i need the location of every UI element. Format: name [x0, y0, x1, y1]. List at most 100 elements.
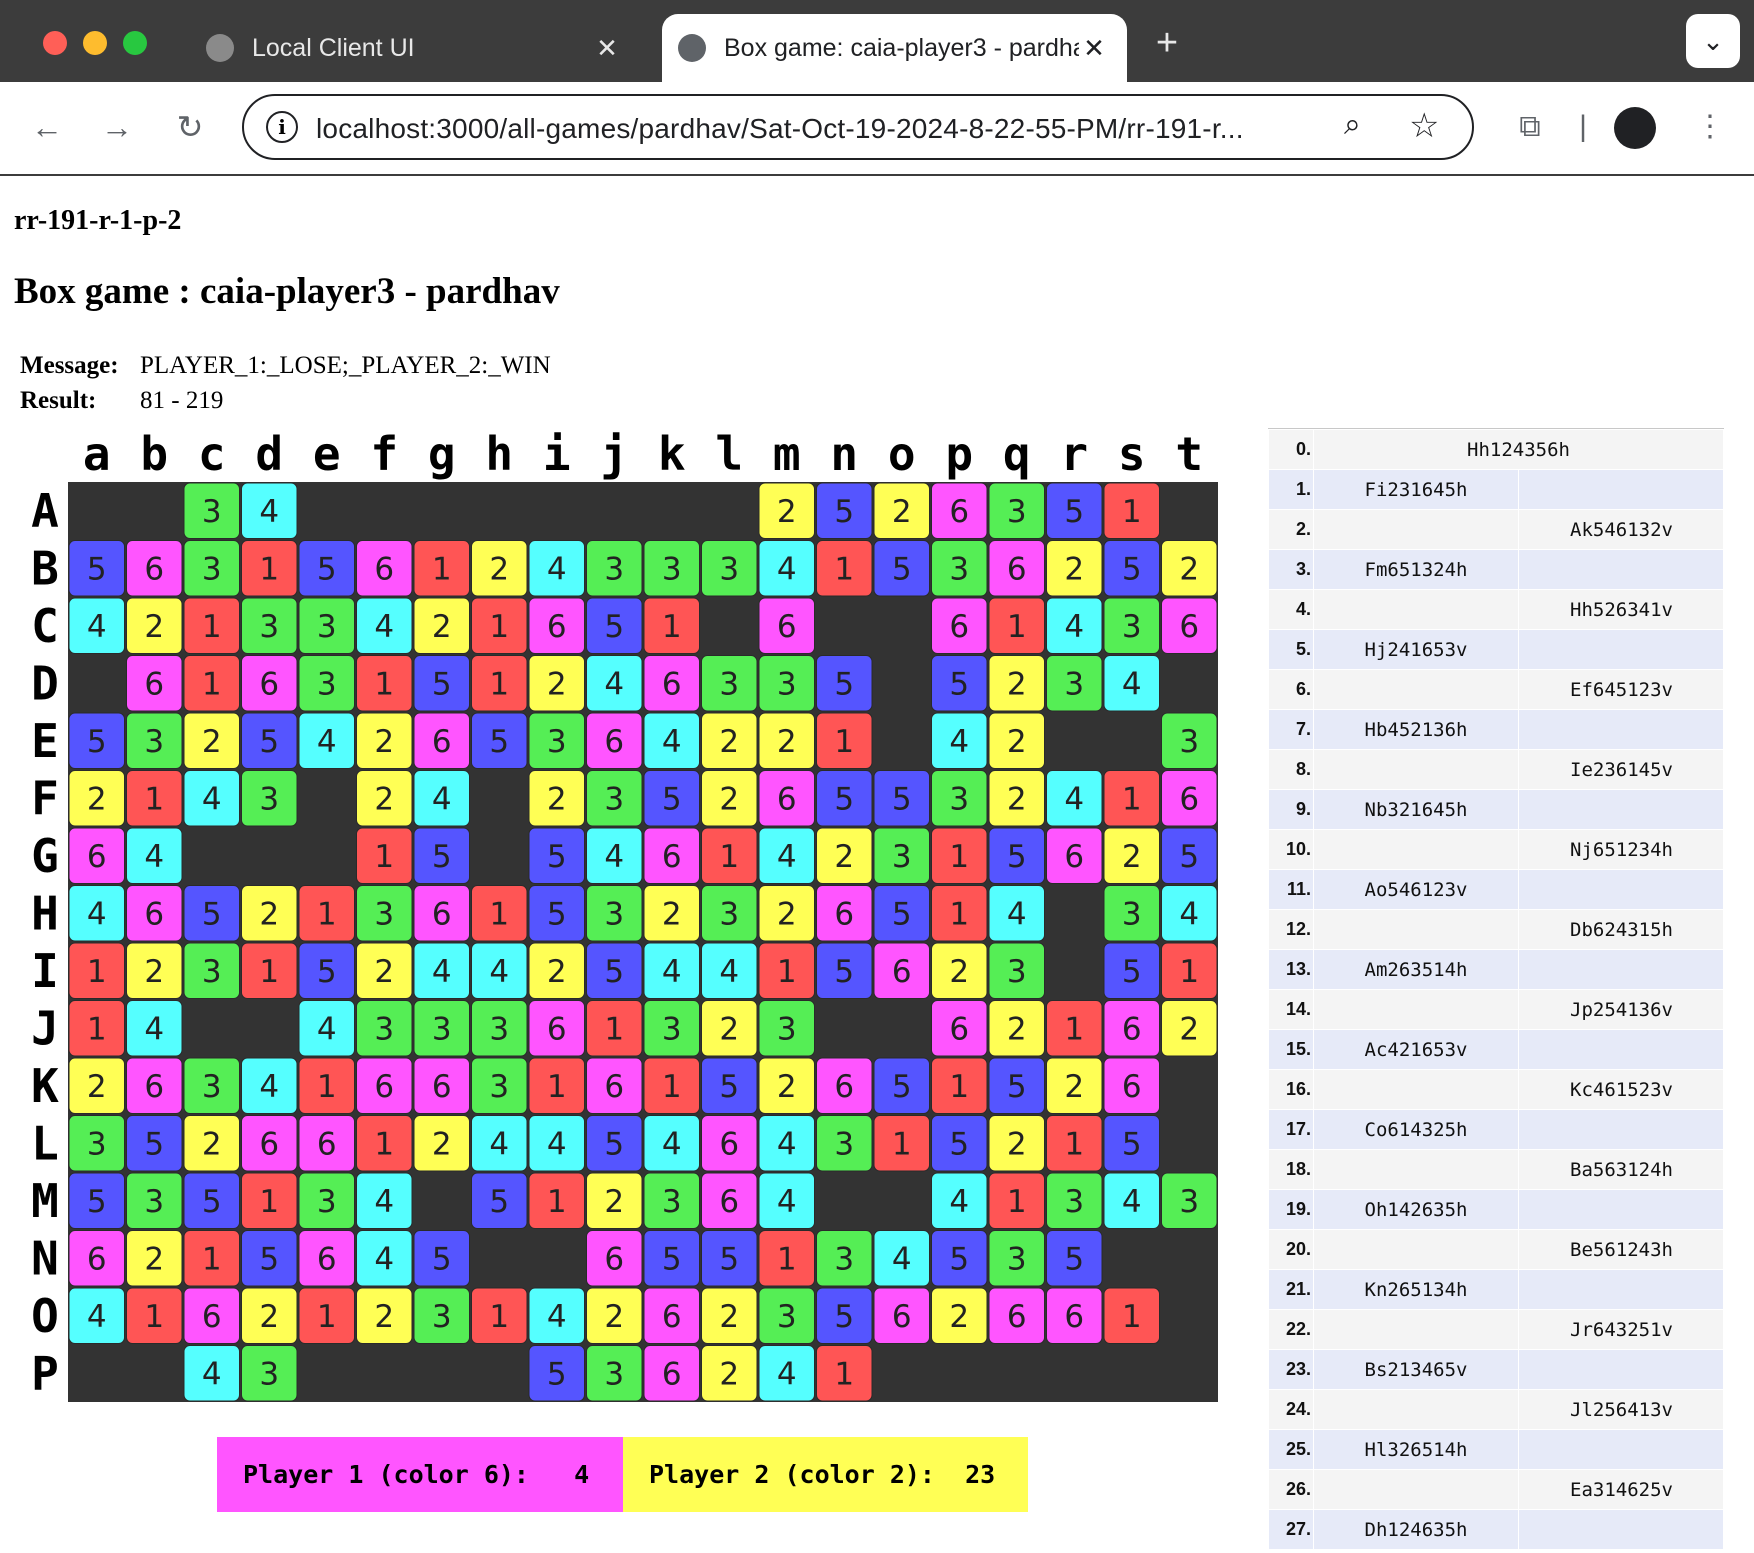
board-cell: 2	[701, 1345, 758, 1402]
board-cell: 1	[1103, 482, 1160, 539]
board-cell: 6	[126, 540, 183, 597]
player-1-move	[1313, 1469, 1519, 1510]
board-cell: 6	[931, 597, 988, 654]
board-cell: 4	[988, 885, 1045, 942]
cell-value: 3	[259, 1356, 279, 1392]
board-cell: 4	[528, 1115, 585, 1172]
move-number: 26.	[1268, 1469, 1314, 1510]
move-number: 23.	[1268, 1349, 1314, 1390]
cell-value: 1	[489, 1299, 509, 1335]
row-label: K	[31, 1059, 59, 1113]
cell-value: 6	[834, 896, 854, 932]
board-cell: 1	[1161, 942, 1218, 999]
board-cell: 4	[758, 827, 815, 884]
cell-value: 1	[259, 1184, 279, 1220]
board-cell: 6	[356, 1057, 413, 1114]
move-row: 24. Jl256413v	[1268, 1389, 1724, 1430]
cell-value: 2	[777, 724, 797, 760]
cell-value: 3	[202, 494, 222, 530]
cell-value: 2	[432, 1126, 452, 1162]
board-cell: 4	[1103, 655, 1160, 712]
cell-value: 4	[547, 551, 567, 587]
cell-value: 2	[489, 551, 509, 587]
bookmark-star-icon[interactable]: ☆	[1409, 106, 1439, 146]
cell-value: 3	[834, 1126, 854, 1162]
board-cell: 3	[471, 1057, 528, 1114]
board-cell: 1	[356, 827, 413, 884]
cell-value: 6	[662, 1356, 682, 1392]
cell-value: 5	[834, 954, 854, 990]
board-cell: 6	[816, 885, 873, 942]
move-row: 15. Ac421653v	[1268, 1029, 1724, 1070]
board-cell: 3	[241, 770, 298, 827]
cell-value: 1	[489, 609, 509, 645]
cell-value: 3	[1064, 1184, 1084, 1220]
board-cell: 5	[873, 770, 930, 827]
profile-avatar-icon[interactable]	[1614, 107, 1656, 149]
board-cell: 6	[643, 655, 700, 712]
cell-value: 6	[144, 896, 164, 932]
cell-value: 3	[719, 666, 739, 702]
board-cell: 5	[298, 942, 355, 999]
board-cell: 3	[873, 827, 930, 884]
cell-value: 2	[1007, 781, 1027, 817]
board-cell: 2	[1161, 540, 1218, 597]
more-menu-icon[interactable]: ⋮	[1690, 102, 1730, 152]
board-cell: 3	[413, 1000, 470, 1057]
cell-value: 4	[87, 896, 107, 932]
cell-value: 1	[144, 1299, 164, 1335]
player-2-score-value: 23	[965, 1460, 996, 1489]
board-cell: 5	[643, 770, 700, 827]
cell-value: 4	[777, 551, 797, 587]
cell-value: 5	[1122, 954, 1142, 990]
column-label: e	[313, 427, 341, 481]
cell-value: 2	[719, 781, 739, 817]
cell-value: 3	[374, 896, 394, 932]
board-cell: 6	[758, 597, 815, 654]
row-label: C	[31, 599, 59, 653]
board-cell: 2	[126, 942, 183, 999]
cell-value: 2	[1179, 551, 1199, 587]
move-row: 9. Nb321645h	[1268, 789, 1724, 830]
move-number: 3.	[1268, 549, 1314, 590]
board-cell: 5	[988, 827, 1045, 884]
player-1-move: Ao546123v	[1313, 869, 1519, 910]
column-label: g	[428, 427, 456, 481]
move-number: 16.	[1268, 1069, 1314, 1110]
toolbar-divider: |	[1579, 110, 1587, 143]
cell-value: 2	[719, 1299, 739, 1335]
board-cell: 1	[758, 1230, 815, 1287]
zoom-icon[interactable]: ⌕	[1344, 108, 1361, 142]
cell-value: 1	[374, 666, 394, 702]
board-cell: 4	[643, 712, 700, 769]
board-cell: 2	[356, 712, 413, 769]
board-cell: 2	[471, 540, 528, 597]
board-cell: 6	[988, 1287, 1045, 1344]
cell-value: 5	[719, 1069, 739, 1105]
cell-value: 5	[87, 1184, 107, 1220]
tab-search-button[interactable]: ⌄	[1686, 14, 1740, 68]
board-cell: 3	[988, 1230, 1045, 1287]
board-cell: 6	[758, 770, 815, 827]
extensions-icon[interactable]: ⧉	[1505, 102, 1555, 152]
column-label: j	[600, 427, 628, 481]
board-cell: 3	[643, 540, 700, 597]
cell-value: 6	[374, 551, 394, 587]
cell-value: 2	[1122, 839, 1142, 875]
player-2-move	[1518, 789, 1724, 830]
move-number: 11.	[1268, 869, 1314, 910]
cell-value: 4	[259, 1069, 279, 1105]
board-cell: 2	[988, 712, 1045, 769]
cell-value: 2	[202, 1126, 222, 1162]
cell-value: 5	[949, 1241, 969, 1277]
cell-value: 3	[547, 724, 567, 760]
board-cell: 2	[241, 885, 298, 942]
player-2-move: Nj651234h	[1518, 829, 1724, 870]
board-cell: 5	[701, 1230, 758, 1287]
cell-value: 5	[432, 666, 452, 702]
board-background	[68, 482, 1218, 1402]
board-cell: 1	[528, 1057, 585, 1114]
board-cell: 3	[126, 712, 183, 769]
move-row: 16. Kc461523v	[1268, 1069, 1724, 1110]
cell-value: 4	[1122, 666, 1142, 702]
